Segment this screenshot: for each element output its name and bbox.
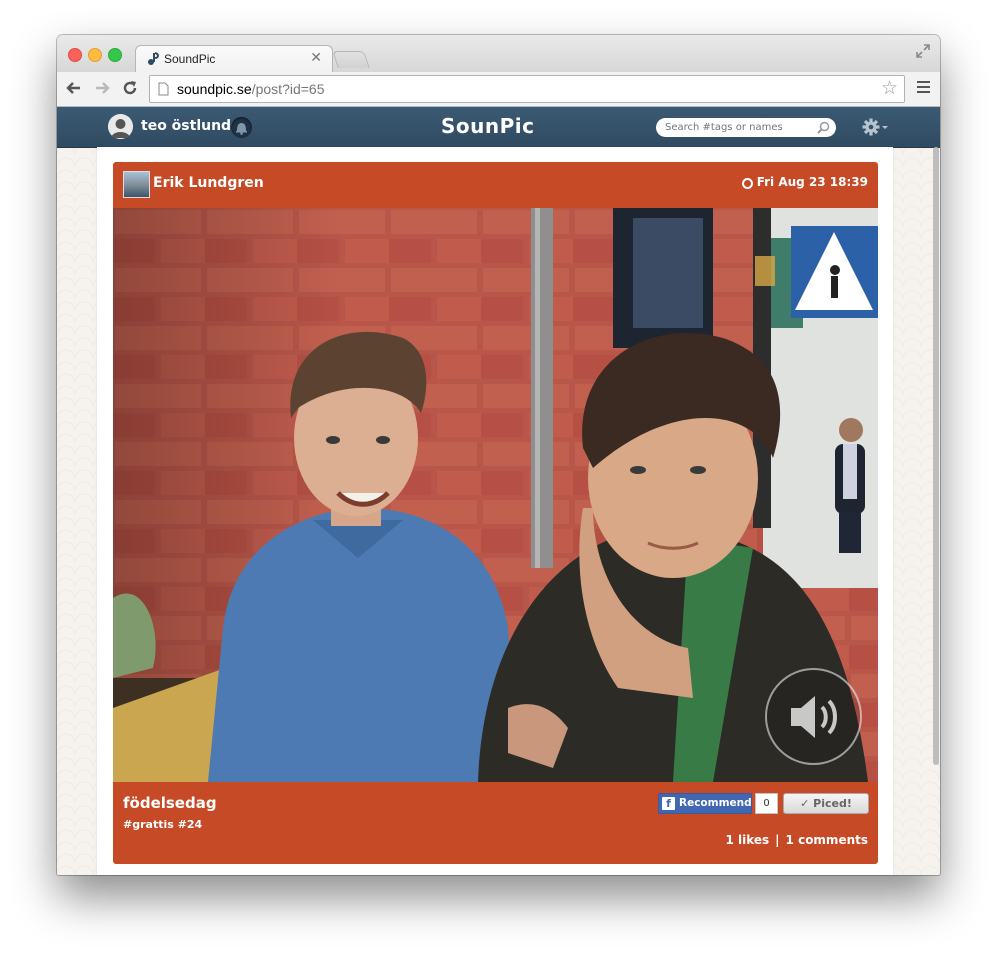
browser-window: SoundPic ✕ soundpic.se/post?id=65 ☆ teo …	[57, 35, 940, 875]
page-viewport: teo östlund SounPic Search #tags or name…	[57, 107, 940, 875]
scrollbar-thumb[interactable]	[933, 147, 939, 765]
fullscreen-icon[interactable]	[916, 44, 930, 58]
minimize-window-button[interactable]	[88, 48, 102, 62]
post-tags[interactable]: #grattis #24	[123, 818, 202, 831]
search-icon[interactable]	[817, 121, 830, 134]
tab-title: SoundPic	[164, 52, 216, 66]
reload-icon[interactable]	[121, 79, 139, 97]
user-avatar[interactable]	[108, 114, 133, 139]
post-date: Fri Aug 23 18:39	[741, 175, 868, 189]
post-photo[interactable]	[113, 208, 878, 782]
notifications-bell-icon[interactable]	[231, 117, 252, 138]
facebook-recommend-label: Recommend	[679, 797, 752, 809]
close-window-button[interactable]	[68, 48, 82, 62]
address-bar[interactable]: soundpic.se/post?id=65 ☆	[149, 75, 905, 103]
author-avatar[interactable]	[123, 171, 150, 198]
stats-separator: |	[775, 833, 780, 847]
browser-titlebar: SoundPic ✕	[57, 35, 940, 73]
browser-menu-icon[interactable]	[917, 81, 930, 94]
speaker-icon	[791, 696, 837, 738]
app-navbar: teo östlund SounPic	[57, 107, 940, 148]
search-input[interactable]	[665, 120, 810, 135]
soundpic-logo[interactable]: SounPic	[441, 114, 535, 138]
url-host: soundpic.se	[177, 81, 252, 97]
settings-gear-icon[interactable]	[860, 116, 890, 138]
soundpic-favicon-icon	[148, 52, 159, 65]
post-header: Erik Lundgren Fri Aug 23 18:39	[113, 162, 878, 207]
current-user-name[interactable]: teo östlund	[141, 118, 231, 134]
comments-count[interactable]: 1 comments	[786, 833, 868, 847]
new-tab-button[interactable]	[332, 51, 370, 68]
post-date-text: Fri Aug 23 18:39	[756, 175, 868, 189]
back-arrow-icon[interactable]	[65, 79, 83, 97]
post-stats: 1 likes | 1 comments	[725, 833, 868, 847]
browser-tab[interactable]: SoundPic ✕	[135, 45, 333, 73]
facebook-recommend-count: 0	[755, 793, 778, 814]
zoom-window-button[interactable]	[108, 48, 122, 62]
likes-count[interactable]: 1 likes	[725, 833, 769, 847]
post-title: födelsedag	[123, 794, 217, 812]
url-text: soundpic.se/post?id=65	[177, 81, 325, 97]
post-footer: födelsedag #grattis #24 f Recommend 0 ✓ …	[113, 782, 878, 864]
piced-button[interactable]: ✓ Piced!	[783, 793, 869, 814]
post-card: Erik Lundgren Fri Aug 23 18:39 födelseda…	[113, 162, 878, 864]
main-content: Erik Lundgren Fri Aug 23 18:39 födelseda…	[97, 147, 893, 875]
browser-toolbar: soundpic.se/post?id=65 ☆	[57, 72, 940, 107]
tab-close-icon[interactable]: ✕	[310, 50, 322, 66]
forward-arrow-icon[interactable]	[93, 79, 111, 97]
facebook-icon: f	[662, 797, 675, 810]
play-sound-button[interactable]	[765, 668, 862, 765]
clock-icon	[741, 178, 753, 189]
post-author-name[interactable]: Erik Lundgren	[153, 175, 264, 191]
user-silhouette-icon	[108, 114, 133, 139]
post-photo-image	[113, 208, 878, 782]
page-scrollbar[interactable]	[932, 147, 940, 765]
url-path: /post?id=65	[251, 81, 325, 97]
search-box	[656, 118, 836, 137]
page-icon	[158, 82, 169, 96]
bookmark-star-icon[interactable]: ☆	[881, 79, 898, 98]
facebook-recommend-button[interactable]: f Recommend	[658, 793, 752, 814]
